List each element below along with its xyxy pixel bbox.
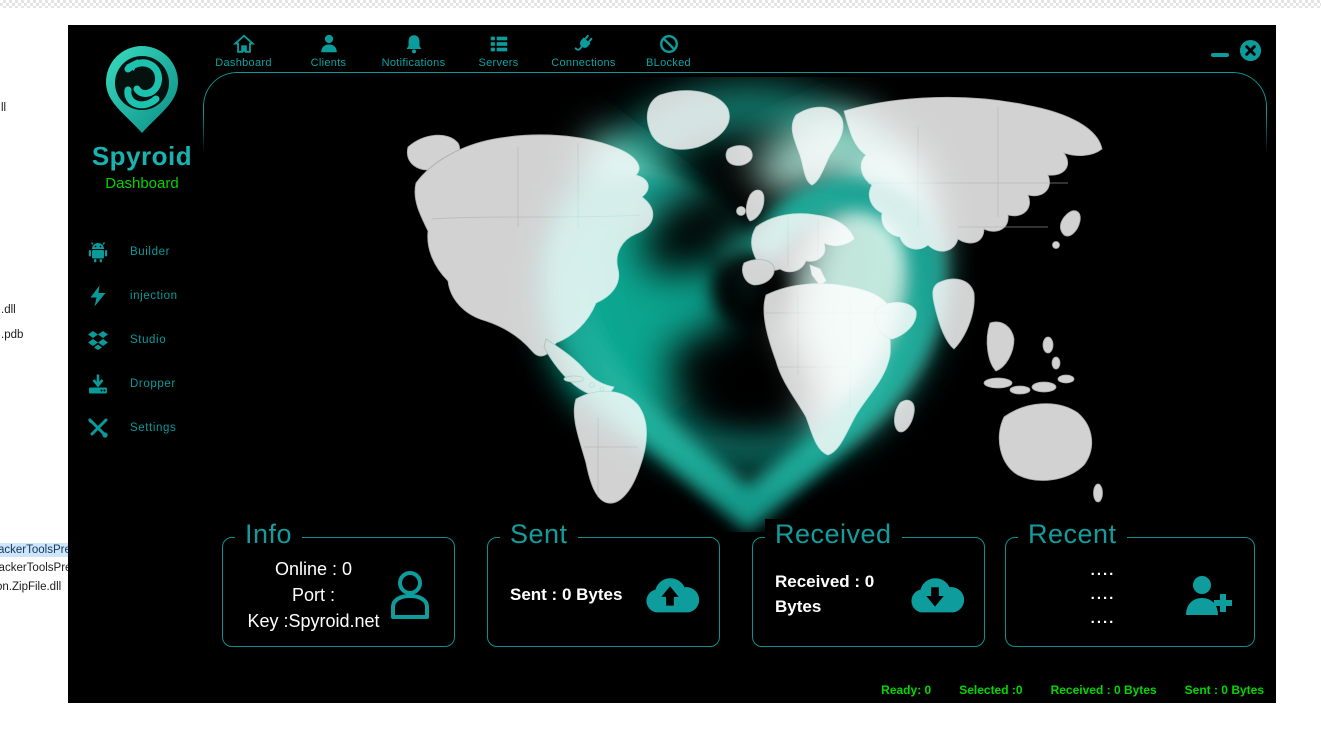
nav-item-notifications[interactable]: Notifications — [371, 33, 456, 69]
background-file-item-selected[interactable]: ackerToolsPre — [0, 543, 73, 557]
recent-item: .... — [1024, 607, 1182, 631]
online-count: Online : 0 — [241, 556, 386, 582]
recent-item: .... — [1024, 559, 1182, 583]
brand-name: Spyroid — [74, 141, 210, 172]
sent-value: Sent : 0 Bytes — [506, 583, 641, 608]
key-value: Key :Spyroid.net — [241, 608, 386, 634]
nav-label: BLocked — [646, 57, 691, 69]
sidebar-item-label: Studio — [130, 334, 166, 346]
close-button[interactable] — [1239, 39, 1262, 62]
recent-card-title: Recent — [1018, 519, 1127, 550]
brand-subtitle: Dashboard — [74, 175, 210, 192]
background-file-item[interactable]: on.ZipFile.dll — [0, 581, 61, 593]
status-ready: Ready: 0 — [881, 683, 931, 697]
sidebar-item-builder[interactable]: Builder — [86, 230, 236, 274]
world-map — [398, 87, 1108, 512]
background-file-item[interactable]: .pdb — [1, 329, 23, 341]
spyroid-logo — [98, 41, 186, 137]
user-plus-icon — [1182, 573, 1234, 617]
cloud-download-icon — [906, 573, 964, 617]
sidebar-item-studio[interactable]: Studio — [86, 318, 236, 362]
received-card-title: Received — [765, 519, 902, 550]
sidebar-item-injection[interactable]: injection — [86, 274, 236, 318]
sent-card: Sent Sent : 0 Bytes — [487, 537, 720, 647]
home-icon — [233, 33, 255, 55]
received-card: Received Received : 0 Bytes — [752, 537, 985, 647]
sidebar-item-settings[interactable]: Settings — [86, 406, 236, 450]
android-icon — [86, 240, 110, 264]
lightning-icon — [86, 284, 110, 308]
nav-item-clients[interactable]: Clients — [286, 33, 371, 69]
nav-label: Notifications — [382, 57, 446, 69]
received-value: Received : 0 Bytes — [771, 570, 906, 619]
sidebar-item-label: Builder — [130, 246, 170, 258]
sidebar-item-label: Dropper — [130, 378, 176, 390]
nav-label: Dashboard — [215, 57, 272, 69]
sidebar-menu: Builder injection Studio — [86, 230, 236, 450]
sidebar-item-dropper[interactable]: Dropper — [86, 362, 236, 406]
download-tray-icon — [86, 372, 110, 396]
nav-item-blocked[interactable]: BLocked — [626, 33, 711, 69]
plug-icon — [573, 33, 595, 55]
server-list-icon — [488, 33, 510, 55]
spyroid-window: Dashboard Clients Notifications — [68, 25, 1276, 703]
background-file-item[interactable]: .dll — [1, 304, 16, 316]
transparency-strip — [0, 0, 1321, 8]
nav-item-connections[interactable]: Connections — [541, 33, 626, 69]
status-sent: Sent : 0 Bytes — [1185, 683, 1264, 697]
nav-item-dashboard[interactable]: Dashboard — [201, 33, 286, 69]
recent-item: .... — [1024, 583, 1182, 607]
nav-item-servers[interactable]: Servers — [456, 33, 541, 69]
recent-card: Recent .... .... .... — [1005, 537, 1255, 647]
sidebar-item-label: Settings — [130, 422, 176, 434]
dropbox-icon — [86, 328, 110, 352]
blocked-icon — [658, 33, 680, 55]
minimize-button[interactable] — [1211, 53, 1229, 57]
nav-label: Connections — [551, 57, 615, 69]
nav-label: Servers — [479, 57, 519, 69]
sent-card-title: Sent — [500, 519, 578, 550]
port-value: Port : — [241, 582, 386, 608]
background-file-item[interactable]: lackerToolsPre — [0, 562, 71, 574]
cloud-upload-icon — [641, 573, 699, 617]
background-file-item[interactable]: ll — [1, 102, 6, 114]
desktop: ll .dll .pdb ackerToolsPre lackerToolsPr… — [0, 0, 1321, 735]
info-card: Info Online : 0 Port : Key :Spyroid.net — [222, 537, 455, 647]
sidebar-item-label: injection — [130, 290, 178, 302]
status-selected: Selected :0 — [959, 683, 1022, 697]
nav-label: Clients — [311, 57, 347, 69]
bell-icon — [403, 33, 425, 55]
status-bar: Ready: 0 Selected :0 Received : 0 Bytes … — [881, 683, 1264, 697]
top-nav: Dashboard Clients Notifications — [201, 33, 711, 69]
tools-icon — [86, 416, 110, 440]
user-outline-icon — [386, 569, 434, 621]
status-received: Received : 0 Bytes — [1051, 683, 1157, 697]
user-icon — [318, 33, 340, 55]
info-card-title: Info — [235, 519, 302, 550]
